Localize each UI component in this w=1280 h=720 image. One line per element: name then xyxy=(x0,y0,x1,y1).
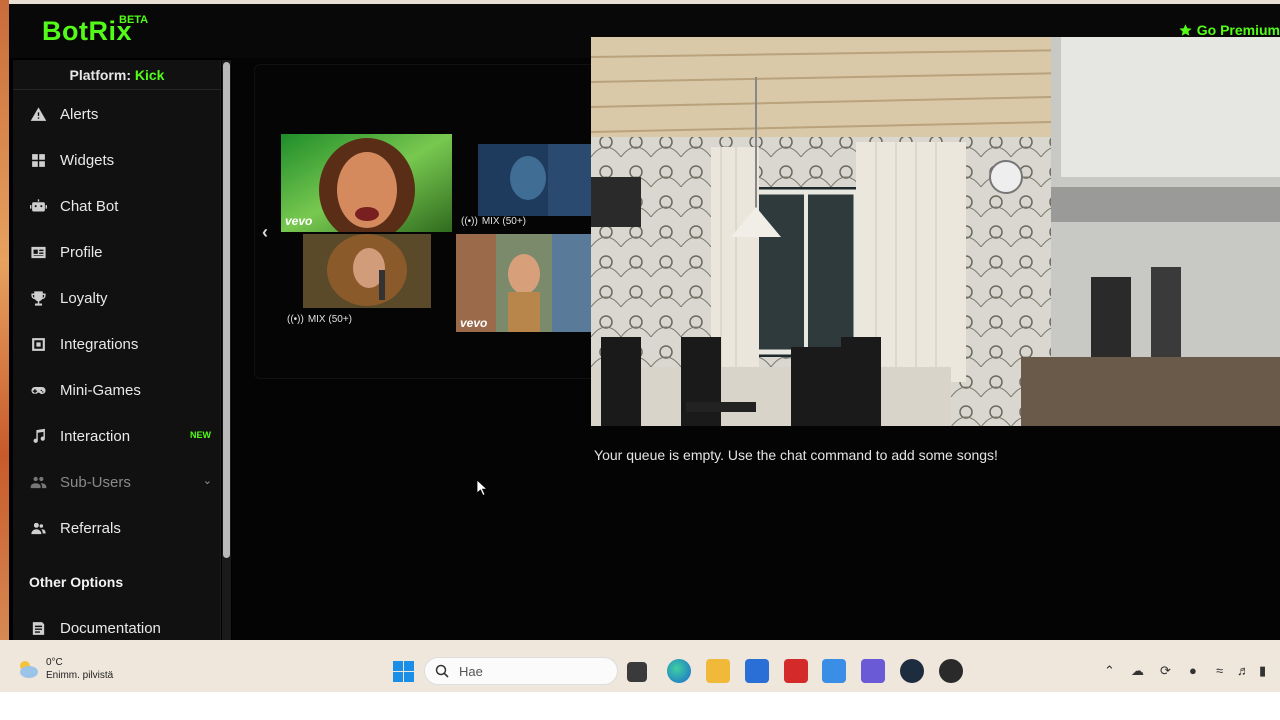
file-explorer-icon[interactable] xyxy=(706,659,730,683)
thumbnail-image xyxy=(303,234,431,308)
update-icon[interactable]: ⟳ xyxy=(1160,663,1171,679)
grid-icon xyxy=(29,151,47,169)
sidebar-item-integrations[interactable]: Integrations xyxy=(13,324,221,364)
video-thumbnail[interactable]: vevo xyxy=(281,134,452,232)
music-icon xyxy=(29,427,47,445)
radio-icon: ((•)) xyxy=(287,314,304,325)
browser-viewport: BotRix BETA Go Premium Platform: Kick Al… xyxy=(9,4,1280,640)
warning-icon xyxy=(29,105,47,123)
sidebar-item-interaction[interactable]: Interaction NEW xyxy=(13,416,221,456)
sidebar-item-label: Chat Bot xyxy=(60,197,119,215)
other-options-heading: Other Options xyxy=(29,574,124,590)
recording-app-icon[interactable] xyxy=(939,659,963,683)
vevo-logo: vevo xyxy=(285,214,313,228)
plug-icon xyxy=(29,335,47,353)
platform-label: Platform: xyxy=(69,67,131,83)
main-content: ‹ vevo ((•)) MIX (50+) ((•)) MIX (50+) v… xyxy=(232,37,1280,640)
trophy-icon xyxy=(29,289,47,307)
beta-badge: BETA xyxy=(119,14,149,26)
sidebar-item-label: Mini-Games xyxy=(60,381,141,399)
desktop-wallpaper-strip xyxy=(0,0,9,650)
webcam-feed xyxy=(591,37,1280,426)
weather-temp: 0°C xyxy=(46,657,63,668)
sidebar-item-label: Loyalty xyxy=(60,289,108,307)
platform-value: Kick xyxy=(134,67,165,83)
id-card-icon xyxy=(29,243,47,261)
sidebar-item-label: Widgets xyxy=(60,151,115,169)
sidebar: Platform: Kick Alerts Widgets Chat Bot P… xyxy=(13,60,221,640)
sidebar-item-label: Referrals xyxy=(60,519,121,537)
video-thumbnail[interactable] xyxy=(478,144,592,216)
red-app-icon[interactable] xyxy=(784,659,808,683)
search-icon xyxy=(435,664,449,678)
screen-bottom xyxy=(0,692,1280,720)
sidebar-item-label: Documentation xyxy=(60,619,161,637)
kitchen-camera-image xyxy=(591,37,1280,426)
gamepad-icon xyxy=(29,381,47,399)
sidebar-item-loyalty[interactable]: Loyalty xyxy=(13,278,221,318)
sidebar-item-profile[interactable]: Profile xyxy=(13,232,221,272)
edge-browser-icon[interactable] xyxy=(667,659,691,683)
sidebar-item-label: Interaction xyxy=(60,427,131,445)
sidebar-item-label: Profile xyxy=(60,243,103,261)
chevron-down-icon: ⌄ xyxy=(202,475,212,487)
desktop-background xyxy=(0,640,1280,650)
sidebar-scrollbar[interactable] xyxy=(222,60,231,640)
mix-label: ((•)) MIX (50+) xyxy=(461,216,526,227)
scrollbar-thumb[interactable] xyxy=(223,62,230,558)
weather-widget[interactable]: 0°C Enimm. pilvistä xyxy=(16,656,113,682)
sidebar-item-chat-bot[interactable]: Chat Bot xyxy=(13,186,221,226)
mix-label-text: MIX (50+) xyxy=(307,314,353,325)
star-icon xyxy=(1179,23,1192,36)
vevo-logo: vevo xyxy=(460,316,488,330)
queue-empty-message: Your queue is empty. Use the chat comman… xyxy=(594,447,998,463)
outlook-icon[interactable] xyxy=(822,659,846,683)
go-premium-label: Go Premium xyxy=(1196,22,1280,38)
users-icon xyxy=(29,473,47,491)
cloud-sun-icon xyxy=(20,661,38,678)
document-icon xyxy=(29,619,47,637)
sidebar-item-label: Sub-Users xyxy=(60,473,131,491)
sidebar-item-mini-games[interactable]: Mini-Games xyxy=(13,370,221,410)
thumbnail-image xyxy=(478,144,592,216)
cloud-sync-icon[interactable]: ☁ xyxy=(1131,663,1144,679)
tray-overflow-icon[interactable]: ⌃ xyxy=(1104,663,1115,679)
user-group-icon xyxy=(29,519,47,537)
sidebar-item-referrals[interactable]: Referrals xyxy=(13,508,221,548)
go-premium-link[interactable]: Go Premium xyxy=(1178,22,1280,38)
wifi-icon[interactable]: ≈ xyxy=(1216,663,1223,678)
sidebar-item-label: Alerts xyxy=(60,105,99,123)
radio-icon: ((•)) xyxy=(461,216,478,227)
sidebar-item-label: Integrations xyxy=(60,335,139,353)
sidebar-item-documentation[interactable]: Documentation xyxy=(13,608,221,640)
video-thumbnail[interactable]: vevo xyxy=(456,234,592,332)
steam-icon[interactable] xyxy=(900,659,924,683)
mix-label: ((•)) MIX (50+) xyxy=(287,314,352,325)
sidebar-item-widgets[interactable]: Widgets xyxy=(13,140,221,180)
teams-icon[interactable] xyxy=(861,659,885,683)
sidebar-item-sub-users[interactable]: Sub-Users ⌄ xyxy=(13,462,221,502)
robot-icon xyxy=(29,197,47,215)
taskbar-search[interactable]: Hae xyxy=(424,657,618,685)
sidebar-item-alerts[interactable]: Alerts xyxy=(13,94,221,134)
platform-indicator: Platform: Kick xyxy=(13,64,221,90)
carousel-prev-icon[interactable]: ‹ xyxy=(262,222,268,243)
search-placeholder: Hae xyxy=(459,663,483,679)
microsoft-store-icon[interactable] xyxy=(745,659,769,683)
microphone-icon[interactable]: ● xyxy=(1189,663,1197,678)
new-badge: NEW xyxy=(190,430,211,440)
task-view-icon[interactable] xyxy=(627,662,647,682)
battery-icon[interactable]: ▮ xyxy=(1259,663,1266,679)
mix-label-text: MIX (50+) xyxy=(481,216,527,227)
mouse-cursor-icon xyxy=(477,480,489,496)
windows-start-icon[interactable] xyxy=(393,661,414,682)
video-thumbnail[interactable] xyxy=(303,234,431,308)
volume-icon[interactable]: ♬ xyxy=(1237,663,1250,678)
weather-desc: Enimm. pilvistä xyxy=(46,670,114,681)
